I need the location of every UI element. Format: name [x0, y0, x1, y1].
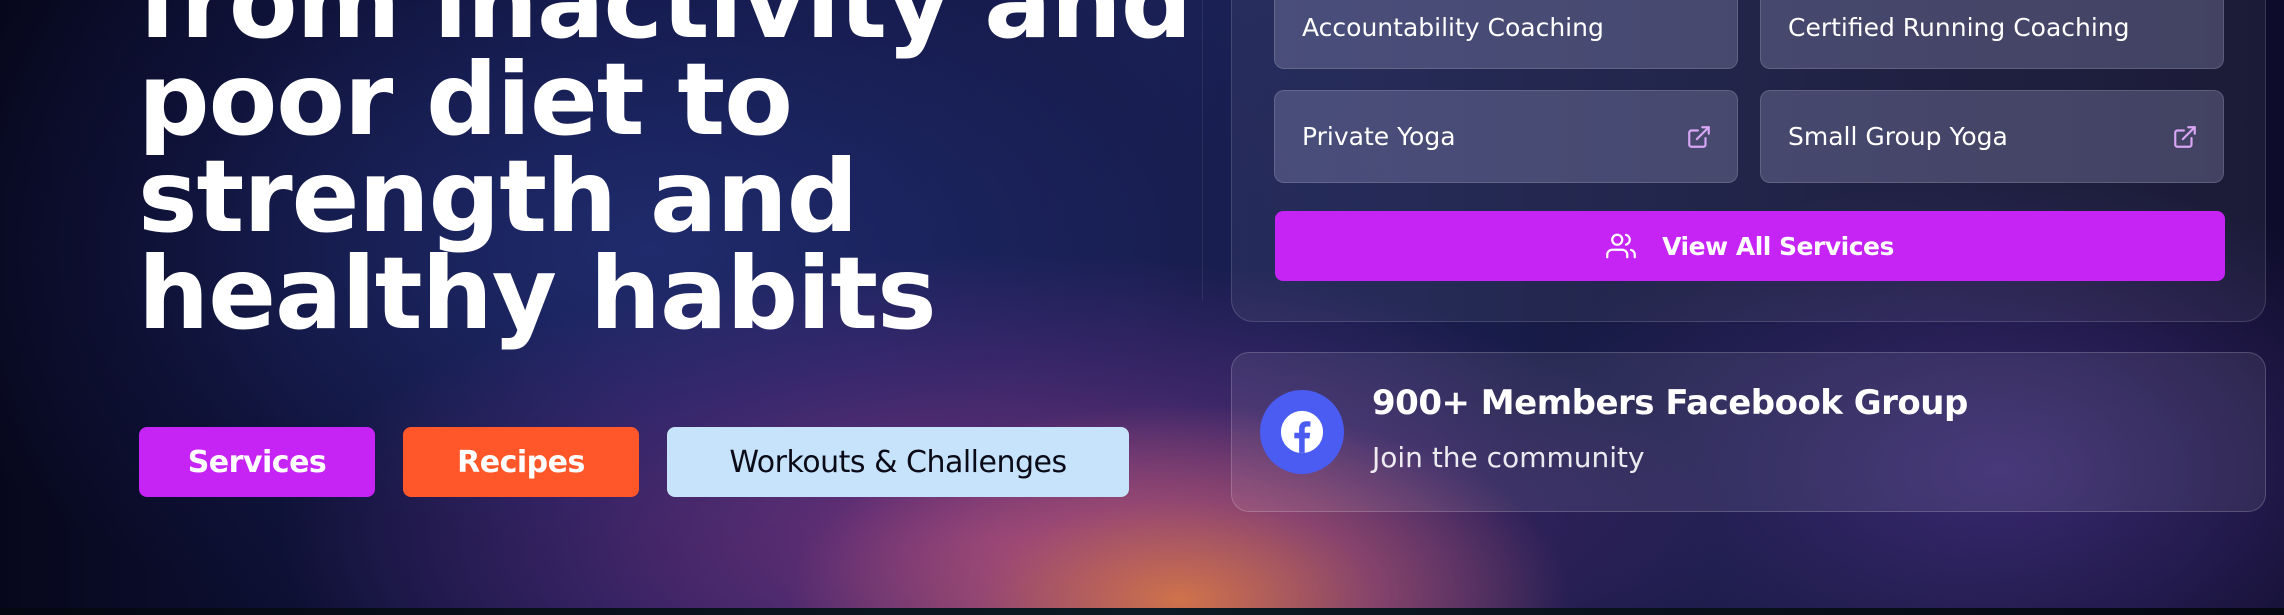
- service-card-label: Accountability Coaching: [1302, 12, 1604, 42]
- service-card-private-yoga[interactable]: Private Yoga: [1274, 90, 1738, 183]
- facebook-group-card[interactable]: 900+ Members Facebook Group Join the com…: [1231, 352, 2266, 512]
- external-link-icon: [2174, 125, 2196, 148]
- view-all-services-label: View All Services: [1662, 231, 1894, 261]
- headline-line-4: healthy habits: [138, 235, 937, 352]
- facebook-icon: [1260, 390, 1344, 474]
- workouts-challenges-button[interactable]: Workouts & Challenges: [667, 427, 1129, 497]
- view-all-services-button[interactable]: View All Services: [1275, 211, 2225, 281]
- service-card-small-group-yoga[interactable]: Small Group Yoga: [1760, 90, 2224, 183]
- service-card-certified-running-coaching[interactable]: Certified Running Coaching: [1760, 0, 2224, 69]
- services-panel: Accountability Coaching Certified Runnin…: [1231, 0, 2266, 322]
- headline-line-2: poor diet to: [138, 41, 793, 158]
- hero-headline: from inactivity and poor diet to strengt…: [138, 0, 1192, 352]
- services-button[interactable]: Services: [139, 427, 375, 497]
- bottom-strip: [0, 608, 2284, 615]
- service-card-label: Small Group Yoga: [1788, 122, 2008, 151]
- headline-line-3: strength and: [138, 138, 858, 255]
- service-card-accountability-coaching[interactable]: Accountability Coaching: [1274, 0, 1738, 69]
- facebook-group-title: 900+ Members Facebook Group: [1372, 383, 1968, 423]
- service-card-label: Certified Running Coaching: [1788, 12, 2130, 42]
- facebook-group-subtitle: Join the community: [1372, 441, 1645, 474]
- service-card-label: Private Yoga: [1302, 122, 1456, 151]
- external-link-icon: [1688, 125, 1710, 148]
- users-icon: [1606, 233, 1636, 259]
- column-divider: [1202, 0, 1203, 300]
- recipes-button[interactable]: Recipes: [403, 427, 639, 497]
